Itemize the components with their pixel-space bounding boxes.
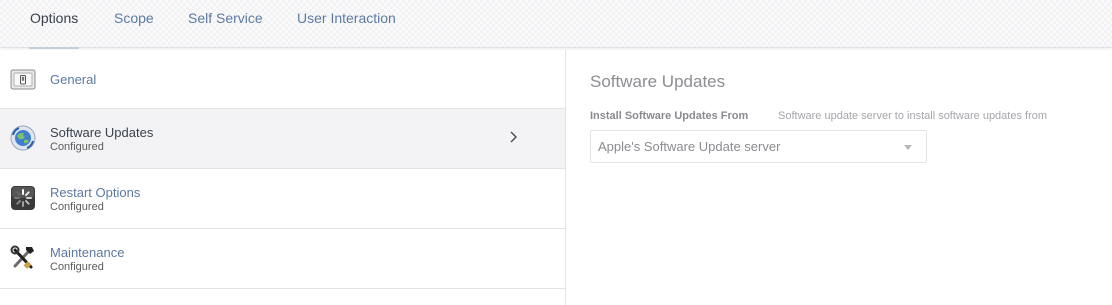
- tab-bar: Options Scope Self Service User Interact…: [0, 0, 1112, 49]
- update-server-select[interactable]: Apple's Software Update server: [590, 130, 927, 163]
- select-value: Apple's Software Update server: [598, 139, 781, 154]
- tab-self-service[interactable]: Self Service: [188, 10, 263, 48]
- payload-item-title: Maintenance: [50, 245, 125, 260]
- payload-item-title: General: [50, 72, 97, 87]
- switch-icon: [10, 69, 36, 90]
- payload-item-status: Configured: [50, 201, 104, 213]
- detail-pane: Software Updates Install Software Update…: [566, 50, 1112, 305]
- payload-item-title: Restart Options: [50, 185, 141, 200]
- payload-item-restart-options[interactable]: Restart Options Configured: [0, 169, 565, 229]
- tab-scope[interactable]: Scope: [114, 10, 154, 48]
- payload-item-status: Configured: [50, 141, 104, 153]
- payload-item-title: Software Updates: [50, 125, 154, 140]
- restart-spinner-icon: [11, 186, 35, 210]
- field-label: Install Software Updates From: [590, 110, 749, 122]
- field-help-text: Software update server to install softwa…: [778, 110, 1048, 122]
- payload-item-maintenance[interactable]: Maintenance Configured: [0, 229, 565, 289]
- dropdown-arrow-icon: [904, 145, 912, 150]
- tools-icon: [10, 245, 34, 269]
- tab-options[interactable]: Options: [28, 10, 80, 49]
- chevron-right-icon: [510, 131, 517, 143]
- software-update-globe-icon: [10, 125, 36, 151]
- tab-user-interaction[interactable]: User Interaction: [297, 10, 396, 48]
- payload-list: General Software Updates Configured Rest…: [0, 50, 566, 305]
- payload-item-general[interactable]: General: [0, 50, 565, 109]
- payload-item-software-updates[interactable]: Software Updates Configured: [0, 109, 565, 169]
- payload-item-status: Configured: [50, 261, 104, 273]
- detail-title: Software Updates: [590, 72, 726, 91]
